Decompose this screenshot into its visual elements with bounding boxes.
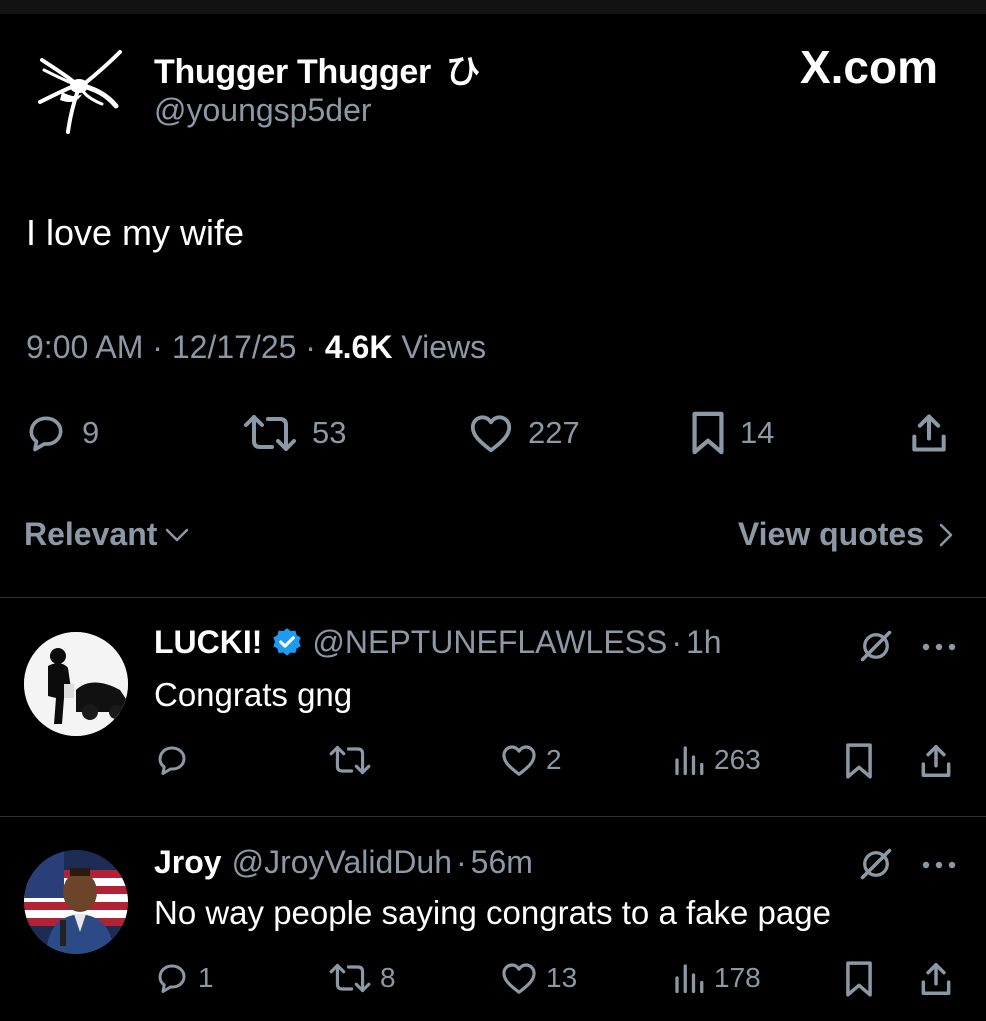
bookmark-icon xyxy=(692,411,724,455)
reply-author-name[interactable]: Jroy xyxy=(154,844,222,881)
author-name-symbol: ひ xyxy=(446,53,480,91)
reply-views-button[interactable]: 178 xyxy=(672,960,761,996)
grok-icon xyxy=(860,630,892,662)
reply-repost-button[interactable] xyxy=(328,742,380,778)
grok-icon xyxy=(860,848,892,880)
more-button[interactable] xyxy=(920,858,960,876)
share-icon xyxy=(921,963,951,995)
reply-icon xyxy=(158,964,186,993)
status-strip xyxy=(0,0,986,14)
repost-icon xyxy=(329,963,371,993)
more-button[interactable] xyxy=(920,640,960,658)
author-avatar[interactable] xyxy=(34,46,126,138)
reply-text: No way people saying congrats to a fake … xyxy=(154,894,831,931)
more-icon xyxy=(922,861,956,869)
bookmark-icon xyxy=(846,743,872,779)
bookmark-count: 14 xyxy=(740,415,775,450)
author-handle[interactable]: @youngsp5der xyxy=(154,92,372,129)
reply-repost-count: 8 xyxy=(380,962,396,993)
reply-avatar[interactable] xyxy=(24,632,128,736)
grok-button[interactable] xyxy=(858,846,894,887)
chevron-right-icon xyxy=(939,523,953,546)
bookmark-icon xyxy=(846,961,872,997)
reply-time[interactable]: 1h xyxy=(686,624,722,661)
reply-time[interactable]: 56m xyxy=(471,844,533,881)
reply-sort-dropdown[interactable]: Relevant xyxy=(24,516,191,553)
view-quotes-link[interactable]: View quotes xyxy=(738,516,956,553)
reply-icon xyxy=(29,416,63,452)
like-icon xyxy=(470,415,512,453)
more-icon xyxy=(922,643,956,651)
reply-like-button[interactable]: 13 xyxy=(500,960,577,996)
view-quotes-label: View quotes xyxy=(737,516,924,552)
reply-avatar-image xyxy=(24,632,128,736)
reply-reply-count: 1 xyxy=(198,962,214,993)
views-count: 4.6K xyxy=(324,329,393,365)
sort-label: Relevant xyxy=(24,516,158,552)
reply-avatar[interactable] xyxy=(24,850,128,954)
repost-icon xyxy=(244,415,296,451)
author-name-text: Thugger Thugger xyxy=(154,53,431,91)
reply-share-button[interactable] xyxy=(918,742,954,780)
chevron-down-icon xyxy=(166,528,189,541)
tweet-actions: 9 53 227 14 xyxy=(0,408,986,458)
views-icon xyxy=(675,746,704,776)
x-brand-logo: X.com xyxy=(799,41,938,93)
reply-author-name[interactable]: LUCKI! xyxy=(154,624,262,661)
tweet-meta: 9:00 AM · 12/17/25 · 4.6K Views xyxy=(26,329,486,366)
reply-author-handle[interactable]: @JroyValidDuh xyxy=(232,844,452,881)
grok-button[interactable] xyxy=(858,628,894,669)
reply-views-button[interactable]: 263 xyxy=(672,742,761,778)
share-button[interactable] xyxy=(908,408,950,458)
reply-like-count: 13 xyxy=(546,962,578,993)
tweet-time[interactable]: 9:00 AM xyxy=(26,329,143,365)
reply-header: Jroy @JroyValidDuh · 56m xyxy=(154,844,533,881)
reply-separator: · xyxy=(671,624,682,660)
repost-count: 53 xyxy=(312,415,347,450)
repost-button[interactable]: 53 xyxy=(242,408,346,458)
reply-button[interactable]: 9 xyxy=(24,408,99,458)
like-icon xyxy=(502,745,536,776)
tweet-text: I love my wife xyxy=(26,212,245,253)
reply-author-handle[interactable]: @NEPTUNEFLAWLESS xyxy=(312,624,667,661)
verified-icon xyxy=(273,627,302,656)
divider xyxy=(0,597,986,598)
reply-share-button[interactable] xyxy=(918,960,954,998)
reply-views-count: 178 xyxy=(714,962,761,993)
meta-separator: · xyxy=(152,329,163,365)
reply-reply-button[interactable] xyxy=(154,742,198,778)
reply-repost-button[interactable]: 8 xyxy=(328,960,396,996)
meta-separator: · xyxy=(305,329,316,365)
repost-icon xyxy=(329,745,371,775)
reply-text: Congrats gng xyxy=(154,676,353,713)
share-icon xyxy=(912,414,946,452)
bookmark-button[interactable]: 14 xyxy=(690,408,774,458)
like-button[interactable]: 227 xyxy=(468,408,580,458)
share-icon xyxy=(921,745,951,777)
views-icon xyxy=(675,964,704,994)
tweet-date[interactable]: 12/17/25 xyxy=(172,329,297,365)
author-name[interactable]: Thugger Thugger ひ xyxy=(154,44,480,93)
reply-avatar-image xyxy=(24,850,128,954)
reply-separator: · xyxy=(456,844,467,880)
reply-header: LUCKI! @NEPTUNEFLAWLESS · 1h xyxy=(154,624,722,661)
reply-like-count: 2 xyxy=(546,744,562,775)
divider xyxy=(0,816,986,817)
reply-icon xyxy=(158,746,186,775)
views-label: Views xyxy=(401,329,487,365)
reply-bookmark-button[interactable] xyxy=(844,960,874,998)
reply-like-button[interactable]: 2 xyxy=(500,742,562,778)
spider-logo-icon xyxy=(38,50,122,134)
reply-bookmark-button[interactable] xyxy=(844,742,874,780)
like-count: 227 xyxy=(528,415,580,450)
reply-count: 9 xyxy=(82,415,100,450)
like-icon xyxy=(502,963,536,994)
reply-reply-button[interactable]: 1 xyxy=(154,960,214,996)
reply-views-count: 263 xyxy=(714,744,761,775)
